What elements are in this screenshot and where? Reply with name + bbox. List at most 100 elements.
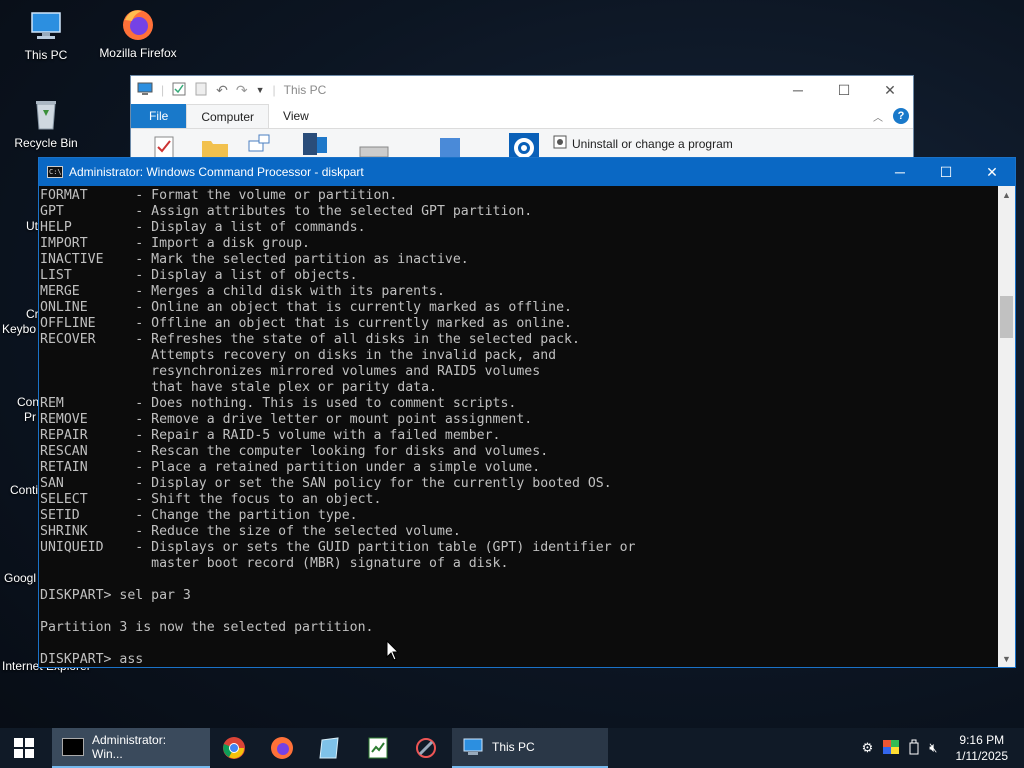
desktop-partial-label[interactable]: Keybo (2, 322, 36, 336)
console-line: SHRINK - Reduce the size of the selected… (40, 524, 461, 539)
desktop-partial-label[interactable]: Con (17, 395, 39, 409)
clock[interactable]: 9:16 PM 1/11/2025 (948, 732, 1017, 764)
desktop-partial-label[interactable]: Cr (26, 307, 39, 321)
console-line: INACTIVE - Mark the selected partition a… (40, 252, 469, 267)
console-line: REMOVE - Remove a drive letter or mount … (40, 412, 533, 427)
maximize-button[interactable]: ☐ (821, 76, 867, 104)
computer-icon (463, 738, 483, 755)
uninstall-label: Uninstall or change a program (572, 136, 733, 151)
firefox-icon (271, 737, 293, 759)
new-folder-icon[interactable] (194, 82, 208, 99)
undo-icon[interactable]: ↶ (216, 82, 228, 99)
desktop-icon-recycle-bin[interactable]: Recycle Bin (0, 96, 92, 150)
ribbon-tabs: File Computer View ︿ ? (131, 104, 913, 129)
volume-muted-icon[interactable]: 🔇︎ (929, 740, 937, 756)
console-output[interactable]: FORMAT - Format the volume or partition.… (39, 188, 1000, 668)
desktop-icon-this-pc[interactable]: This PC (0, 8, 92, 62)
explorer-title: This PC (283, 83, 327, 97)
redo-icon[interactable]: ↷ (236, 82, 248, 99)
cmd-title: Administrator: Windows Command Processor… (69, 165, 364, 179)
chevron-up-icon[interactable]: ︿ (873, 109, 883, 124)
console-line: REM - Does nothing. This is used to comm… (40, 396, 517, 411)
clock-time: 9:16 PM (959, 733, 1005, 747)
desktop-partial-label[interactable]: Pr (24, 410, 36, 424)
chevron-down-icon[interactable]: ▼ (256, 85, 265, 95)
desktop-icon-label: Recycle Bin (14, 136, 78, 150)
console-line: GPT - Assign attributes to the selected … (40, 204, 533, 219)
start-button[interactable] (0, 728, 48, 768)
mouse-cursor-icon (386, 640, 400, 661)
taskbar-spreadsheet[interactable] (354, 728, 402, 768)
desktop-icon-firefox[interactable]: Mozilla Firefox (92, 6, 184, 60)
uninstall-icon (553, 135, 567, 152)
console-line: DISKPART> sel par 3 (40, 588, 191, 603)
console-line: RESCAN - Rescan the computer looking for… (40, 444, 549, 459)
taskbar-app-this-pc[interactable]: This PC (452, 728, 608, 768)
desktop-partial-label[interactable]: Conti (10, 483, 38, 497)
file-explorer-window[interactable]: | ↶ ↷ ▼ | This PC ─ ☐ ✕ File Computer Vi… (130, 75, 914, 165)
vertical-scrollbar[interactable]: ▲ ▼ (998, 186, 1015, 667)
scrollbar-thumb[interactable] (1000, 296, 1013, 338)
command-prompt-window[interactable]: C:\ Administrator: Windows Command Proce… (38, 157, 1016, 668)
taskbar-snipping[interactable] (402, 728, 450, 768)
computer-icon (28, 8, 64, 44)
console-line: resynchronizes mirrored volumes and RAID… (40, 364, 541, 379)
firefox-icon (120, 6, 156, 42)
help-button[interactable]: ? (893, 108, 909, 124)
close-button[interactable]: ✕ (969, 158, 1015, 186)
notepad-icon (319, 737, 339, 759)
desktop-partial-label[interactable]: Ut (26, 219, 38, 233)
explorer-titlebar[interactable]: | ↶ ↷ ▼ | This PC ─ ☐ ✕ (131, 76, 913, 104)
console-line: Attempts recovery on disks in the invali… (40, 348, 557, 363)
usb-tray-icon[interactable] (909, 739, 919, 758)
console-line: LIST - Display a list of objects. (40, 268, 358, 283)
console-line: UNIQUEID - Displays or sets the GUID par… (40, 540, 636, 555)
console-line: HELP - Display a list of commands. (40, 220, 366, 235)
maximize-button[interactable]: ☐ (923, 158, 969, 186)
uninstall-program-button[interactable]: Uninstall or change a program (553, 135, 733, 152)
taskbar-chrome[interactable] (210, 728, 258, 768)
windows-logo-icon (14, 738, 34, 758)
console-line: Partition 3 is now the selected partitio… (40, 620, 374, 635)
console-line: FORMAT - Format the volume or partition. (40, 188, 398, 203)
scroll-down-icon[interactable]: ▼ (998, 650, 1015, 667)
scroll-up-icon[interactable]: ▲ (998, 186, 1015, 203)
console-line: IMPORT - Import a disk group. (40, 236, 310, 251)
taskbar: Administrator: Win... This PC ⚙ 🔇︎ 9:16 … (0, 728, 1024, 768)
console-line: ONLINE - Online an object that is curren… (40, 300, 572, 315)
taskbar-app-cmd[interactable]: Administrator: Win... (52, 728, 210, 768)
tab-file[interactable]: File (131, 104, 187, 128)
desktop-icon-label: This PC (24, 48, 68, 62)
console-line: REPAIR - Repair a RAID-5 volume with a f… (40, 428, 501, 443)
console-line: RETAIN - Place a retained partition unde… (40, 460, 541, 475)
taskbar-notepad[interactable] (306, 728, 354, 768)
cmd-icon: C:\ (47, 166, 63, 178)
console-line: master boot record (MBR) signature of a … (40, 556, 509, 571)
clock-date: 1/11/2025 (955, 749, 1009, 763)
close-button[interactable]: ✕ (867, 76, 913, 104)
recycle-bin-icon (28, 96, 64, 132)
minimize-button[interactable]: ─ (877, 158, 923, 186)
cmd-titlebar[interactable]: C:\ Administrator: Windows Command Proce… (39, 158, 1015, 186)
network-tray-icon[interactable]: ⚙ (862, 740, 874, 756)
console-line: SETID - Change the partition type. (40, 508, 358, 523)
tab-view[interactable]: View (269, 104, 323, 128)
tab-computer[interactable]: Computer (186, 104, 270, 128)
desktop-partial-label[interactable]: Googl (4, 571, 36, 585)
taskbar-app-label: This PC (492, 740, 535, 754)
console-line: DISKPART> ass (40, 652, 144, 667)
console-line: SAN - Display or set the SAN policy for … (40, 476, 612, 491)
properties-icon[interactable] (172, 82, 186, 99)
console-line: OFFLINE - Offline an object that is curr… (40, 316, 572, 331)
taskbar-firefox[interactable] (258, 728, 306, 768)
console-line: RECOVER - Refreshes the state of all dis… (40, 332, 580, 347)
color-tray-icon[interactable] (883, 739, 900, 757)
console-line: SELECT - Shift the focus to an object. (40, 492, 382, 507)
minimize-button[interactable]: ─ (775, 76, 821, 104)
computer-icon (137, 82, 153, 99)
console-line: that have stale plex or parity data. (40, 380, 437, 395)
system-tray: ⚙ 🔇︎ 9:16 PM 1/11/2025 (862, 728, 1024, 768)
